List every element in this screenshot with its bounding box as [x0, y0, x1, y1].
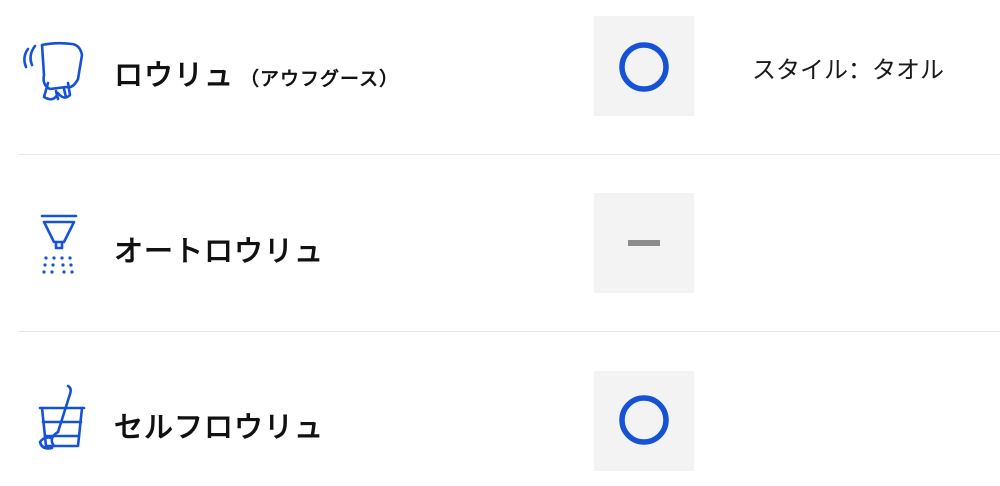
feature-name: ロウリュ — [114, 58, 235, 92]
status-available-badge — [594, 371, 694, 471]
feature-sub-label: （アウフグース） — [240, 68, 400, 90]
feature-row-auto-loyly: オートロウリュ — [0, 156, 1000, 308]
circle-mark-icon — [619, 42, 669, 92]
sauna-features-list: ロウリュ （アウフグース） スタイル：タオル オートロウリュ セルフロウリュ — [0, 0, 1000, 483]
feature-row-loyly: ロウリュ （アウフグース） スタイル：タオル — [0, 0, 1000, 152]
towel-waving-icon — [18, 33, 92, 107]
row-divider — [18, 331, 1000, 332]
dash-mark-icon — [628, 240, 660, 246]
auto-sprinkler-icon — [18, 206, 92, 280]
feature-row-self-loyly: セルフロウリュ — [0, 334, 1000, 486]
style-note: スタイル：タオル — [752, 56, 944, 84]
feature-name: セルフロウリュ — [114, 410, 325, 444]
feature-label: ロウリュ （アウフグース） — [114, 52, 399, 94]
feature-name: オートロウリュ — [114, 234, 325, 268]
water-bucket-ladle-icon — [18, 382, 92, 456]
status-available-badge — [594, 16, 694, 116]
status-unavailable-badge — [594, 193, 694, 293]
circle-mark-icon — [619, 395, 669, 445]
row-divider — [18, 154, 1000, 155]
feature-label: セルフロウリュ — [114, 404, 324, 446]
feature-label: オートロウリュ — [114, 228, 324, 270]
